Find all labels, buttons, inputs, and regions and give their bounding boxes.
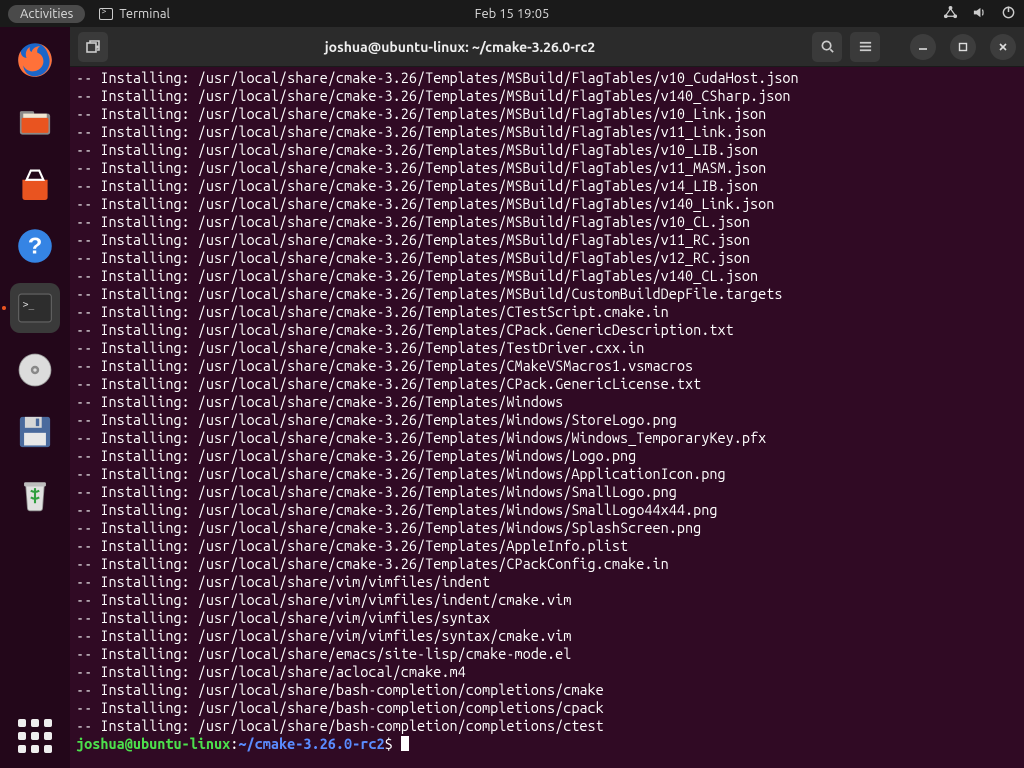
activities-button[interactable]: Activities [8,5,85,23]
output-line: -- Installing: /usr/local/share/cmake-3.… [76,447,1018,465]
dock: ? >_ [0,27,70,768]
prompt-userhost: joshua@ubuntu-linux [76,735,230,752]
prompt-line[interactable]: joshua@ubuntu-linux:~/cmake-3.26.0-rc2$ [76,735,1018,753]
output-line: -- Installing: /usr/local/share/cmake-3.… [76,177,1018,195]
output-line: -- Installing: /usr/local/share/cmake-3.… [76,195,1018,213]
dock-help[interactable]: ? [10,221,60,271]
output-line: -- Installing: /usr/local/share/vim/vimf… [76,627,1018,645]
titlebar: joshua@ubuntu-linux: ~/cmake-3.26.0-rc2 [70,27,1024,67]
new-tab-button[interactable] [78,32,108,62]
output-line: -- Installing: /usr/local/share/cmake-3.… [76,87,1018,105]
output-line: -- Installing: /usr/local/share/aclocal/… [76,663,1018,681]
search-button[interactable] [812,32,842,62]
output-line: -- Installing: /usr/local/share/cmake-3.… [76,249,1018,267]
output-line: -- Installing: /usr/local/share/cmake-3.… [76,123,1018,141]
output-line: -- Installing: /usr/local/share/cmake-3.… [76,555,1018,573]
app-menu-label: Terminal [119,7,170,21]
power-icon[interactable] [1001,5,1016,23]
output-line: -- Installing: /usr/local/share/cmake-3.… [76,411,1018,429]
output-line: -- Installing: /usr/local/share/cmake-3.… [76,267,1018,285]
output-line: -- Installing: /usr/local/share/cmake-3.… [76,231,1018,249]
output-line: -- Installing: /usr/local/share/cmake-3.… [76,483,1018,501]
output-line: -- Installing: /usr/local/share/cmake-3.… [76,375,1018,393]
dock-terminal[interactable]: >_ [10,283,60,333]
dock-files[interactable] [10,97,60,147]
show-applications[interactable] [15,716,55,756]
output-line: -- Installing: /usr/local/share/cmake-3.… [76,285,1018,303]
output-line: -- Installing: /usr/local/share/cmake-3.… [76,537,1018,555]
output-line: -- Installing: /usr/local/share/vim/vimf… [76,591,1018,609]
output-line: -- Installing: /usr/local/share/cmake-3.… [76,159,1018,177]
close-button[interactable] [990,34,1016,60]
output-line: -- Installing: /usr/local/share/emacs/si… [76,645,1018,663]
dock-firefox[interactable] [10,35,60,85]
app-menu[interactable]: Terminal [99,7,170,21]
svg-text:>_: >_ [23,300,35,311]
minimize-button[interactable] [910,34,936,60]
output-line: -- Installing: /usr/local/share/cmake-3.… [76,105,1018,123]
terminal-icon [99,8,113,20]
prompt-cwd: ~/cmake-3.26.0-rc2 [238,735,384,752]
output-line: -- Installing: /usr/local/share/cmake-3.… [76,429,1018,447]
output-line: -- Installing: /usr/local/share/bash-com… [76,681,1018,699]
cursor [401,736,409,751]
output-line: -- Installing: /usr/local/share/bash-com… [76,699,1018,717]
output-line: -- Installing: /usr/local/share/cmake-3.… [76,465,1018,483]
output-line: -- Installing: /usr/local/share/bash-com… [76,717,1018,735]
maximize-button[interactable] [950,34,976,60]
output-line: -- Installing: /usr/local/share/cmake-3.… [76,501,1018,519]
svg-text:?: ? [28,233,42,259]
output-line: -- Installing: /usr/local/share/cmake-3.… [76,393,1018,411]
volume-icon[interactable] [972,5,987,23]
output-line: -- Installing: /usr/local/share/cmake-3.… [76,339,1018,357]
dock-trash[interactable] [10,469,60,519]
dock-software[interactable] [10,159,60,209]
output-line: -- Installing: /usr/local/share/cmake-3.… [76,141,1018,159]
hamburger-menu-button[interactable] [850,32,880,62]
output-line: -- Installing: /usr/local/share/cmake-3.… [76,69,1018,87]
gnome-top-bar: Activities Terminal Feb 15 19:05 [0,0,1024,27]
output-line: -- Installing: /usr/local/share/cmake-3.… [76,321,1018,339]
network-icon[interactable] [943,5,958,23]
output-line: -- Installing: /usr/local/share/cmake-3.… [76,303,1018,321]
dock-save[interactable] [10,407,60,457]
output-line: -- Installing: /usr/local/share/vim/vimf… [76,609,1018,627]
terminal-output[interactable]: -- Installing: /usr/local/share/cmake-3.… [70,67,1024,768]
clock[interactable]: Feb 15 19:05 [475,7,550,21]
output-line: -- Installing: /usr/local/share/cmake-3.… [76,357,1018,375]
output-line: -- Installing: /usr/local/share/vim/vimf… [76,573,1018,591]
output-line: -- Installing: /usr/local/share/cmake-3.… [76,519,1018,537]
window-title: joshua@ubuntu-linux: ~/cmake-3.26.0-rc2 [116,39,804,55]
terminal-window: joshua@ubuntu-linux: ~/cmake-3.26.0-rc2 … [70,27,1024,768]
dock-disc[interactable] [10,345,60,395]
output-line: -- Installing: /usr/local/share/cmake-3.… [76,213,1018,231]
